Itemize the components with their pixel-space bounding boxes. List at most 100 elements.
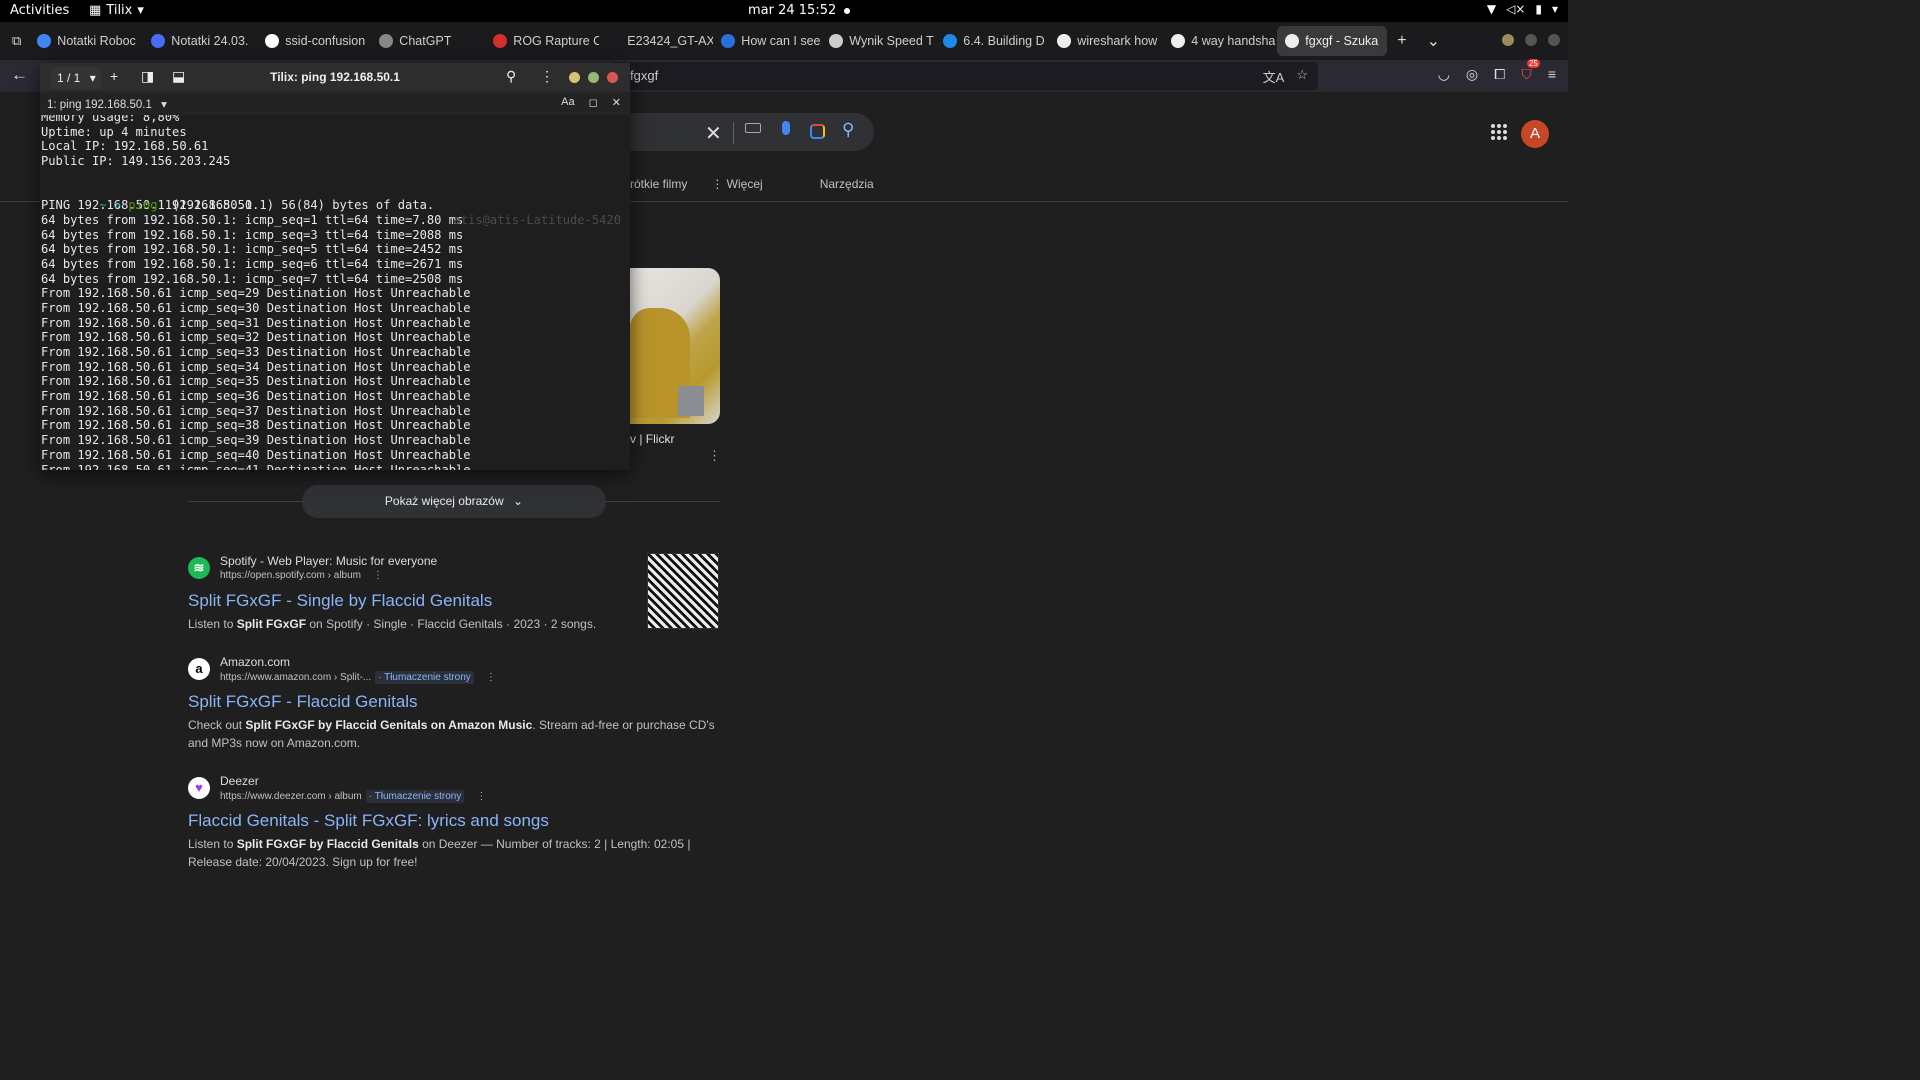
browser-tab[interactable]: 6.4. Building D: [935, 26, 1049, 56]
activities-button[interactable]: Activities: [10, 3, 69, 18]
result-site-name[interactable]: Spotify - Web Player: Music for everyone: [220, 554, 437, 568]
tab-favicon-icon: [1171, 34, 1186, 48]
terminal-line: From 192.168.50.61 icmp_seq=36 Destinati…: [41, 389, 471, 404]
tab-favicon-icon: [943, 34, 958, 48]
terminal-line: From 192.168.50.61 icmp_seq=29 Destinati…: [41, 286, 471, 301]
result-site-name[interactable]: Amazon.com: [220, 655, 290, 669]
terminal-line: 64 bytes from 192.168.50.1: icmp_seq=3 t…: [41, 227, 464, 242]
image-caption[interactable]: v | Flickr: [630, 432, 674, 446]
avatar[interactable]: A: [1521, 120, 1549, 148]
close-button[interactable]: [607, 72, 618, 83]
desktop: Activities ▦ Tilix ▾ mar 24 15:52 ▼ ◁× ▮…: [0, 0, 1568, 882]
read-only-icon[interactable]: Aa: [561, 96, 574, 109]
more-options-icon[interactable]: ⋮: [708, 448, 721, 464]
url-bar[interactable]: fgxgf 文A ☆: [610, 62, 1318, 90]
browser-tab[interactable]: Wynik Speed T: [821, 26, 935, 56]
terminal-output[interactable]: Memory usage: 8,80% Uptime: up 4 minutes L…: [40, 115, 630, 470]
more-options-icon[interactable]: ⋮: [486, 672, 496, 683]
more-options-icon[interactable]: ⋮: [373, 570, 383, 581]
tab-label: ROG Rapture C: [513, 34, 600, 48]
google-apps-icon[interactable]: [1491, 124, 1507, 140]
result-url[interactable]: https://open.spotify.com › album: [220, 570, 361, 581]
chevron-down-icon: ▾: [161, 99, 167, 111]
browser-tab[interactable]: ROG Rapture C: [485, 26, 599, 56]
tab-favicon-icon: [829, 34, 844, 48]
tab-tools[interactable]: Narzędzia: [820, 177, 874, 191]
search-icon[interactable]: ⚲: [842, 120, 854, 140]
bookmark-star-icon[interactable]: ☆: [1296, 67, 1308, 86]
terminal-pre-lines: Memory usage: 8,80% Uptime: up 4 minutes L…: [41, 115, 630, 183]
tab-overview-icon[interactable]: ⧉: [0, 33, 29, 49]
close-button[interactable]: [1548, 34, 1560, 46]
google-lens-icon[interactable]: [810, 124, 825, 139]
menu-icon[interactable]: ≡: [1548, 66, 1556, 83]
result-site-name[interactable]: Deezer: [220, 774, 259, 788]
new-tab-button[interactable]: +: [1387, 32, 1416, 50]
clear-search-icon[interactable]: ✕: [705, 121, 722, 146]
result-title[interactable]: Flaccid Genitals - Split FGxGF: lyrics a…: [188, 811, 549, 831]
close-terminal-icon[interactable]: ✕: [612, 96, 621, 109]
show-more-images-button[interactable]: Pokaż więcej obrazów ⌄: [302, 485, 606, 518]
app-menu-label: Tilix: [106, 3, 133, 18]
tilix-app-icon: ▦: [89, 3, 102, 18]
system-tray[interactable]: ▼ ◁× ▮ ▾: [1487, 2, 1558, 16]
result-url[interactable]: https://www.deezer.com › album: [220, 791, 362, 802]
list-tabs-button[interactable]: ⌄: [1417, 31, 1450, 51]
tab-short-videos[interactable]: rótkie filmy: [630, 177, 687, 191]
tilix-window-controls: [569, 72, 618, 83]
translate-page-link[interactable]: · Tłumaczenie strony: [365, 790, 465, 803]
image-result-thumbnail[interactable]: [630, 268, 720, 424]
result-title[interactable]: Split FGxGF - Single by Flaccid Genitals: [188, 591, 492, 611]
account-icon[interactable]: ◎: [1466, 66, 1478, 83]
deezer-icon: ♥: [188, 777, 210, 799]
extensions-icon[interactable]: ⧠: [1494, 66, 1505, 83]
browser-tab[interactable]: ChatGPT: [371, 26, 485, 56]
right-prompt: atis@atis-Latitude-5420: [453, 212, 621, 227]
browser-window-controls: [1502, 34, 1560, 46]
terminal-line: 64 bytes from 192.168.50.1: icmp_seq=5 t…: [41, 242, 464, 257]
terminal-line: 64 bytes from 192.168.50.1: icmp_seq=6 t…: [41, 256, 464, 271]
search-icon[interactable]: ⚲: [506, 68, 516, 85]
minimize-button[interactable]: [569, 72, 580, 83]
chevron-down-icon: ▾: [137, 3, 144, 18]
browser-tab[interactable]: wireshark how: [1049, 26, 1163, 56]
browser-tab[interactable]: E23424_GT-AXE1: [599, 26, 713, 56]
translate-page-link[interactable]: · Tłumaczenie strony: [375, 671, 474, 684]
browser-tab[interactable]: fgxgf - Szuka×: [1277, 26, 1388, 56]
notification-dot: [844, 7, 851, 14]
maximize-button[interactable]: [588, 72, 599, 83]
menu-dots-icon[interactable]: ⋮: [540, 68, 554, 85]
browser-tab[interactable]: 4 way handsha: [1163, 26, 1277, 56]
microphone-icon[interactable]: [782, 121, 790, 135]
terminal-title-bar: 1: ping 192.168.50.1 ▾ Aa ◻ ✕: [40, 93, 630, 115]
terminal-line: From 192.168.50.61 icmp_seq=38 Destinati…: [41, 418, 471, 433]
search-result: ♥ Deezer https://www.deezer.com › album …: [188, 774, 728, 869]
browser-tab[interactable]: Notatki Roboc: [29, 26, 143, 56]
pocket-icon[interactable]: ◡: [1438, 66, 1450, 83]
back-arrow-icon[interactable]: ←: [11, 65, 28, 85]
terminal-line: Local IP: 192.168.50.61: [41, 139, 209, 154]
app-menu[interactable]: ▦ Tilix ▾: [89, 3, 144, 18]
minimize-button[interactable]: [1502, 34, 1514, 46]
browser-tab[interactable]: How can I see: [713, 26, 821, 56]
maximize-terminal-icon[interactable]: ◻: [589, 96, 598, 109]
keyboard-icon[interactable]: [745, 123, 761, 133]
translate-icon[interactable]: 文A: [1263, 67, 1285, 86]
more-options-icon[interactable]: ⋮: [476, 791, 486, 802]
ping-output: PING 192.168.50.1 (192.168.50.1) 56(84) …: [41, 198, 630, 470]
result-title[interactable]: Split FGxGF - Flaccid Genitals: [188, 692, 418, 712]
tab-more[interactable]: ⋮ Więcej: [711, 177, 762, 191]
tilix-window[interactable]: 1 / 1 ▾ + ◨ ⬓ Tilix: ping 192.168.50.1 ⚲…: [40, 63, 630, 470]
browser-tab[interactable]: Notatki 24.03.: [143, 26, 257, 56]
result-url[interactable]: https://www.amazon.com › Split-...: [220, 672, 371, 683]
tab-label: fgxgf - Szuka: [1305, 34, 1379, 48]
terminal-line: From 192.168.50.61 icmp_seq=31 Destinati…: [41, 315, 471, 330]
url-text[interactable]: fgxgf: [630, 68, 658, 83]
tab-favicon-icon: [265, 34, 280, 48]
browser-tab[interactable]: ssid-confusion: [257, 26, 371, 56]
result-thumbnail[interactable]: [647, 553, 719, 629]
ublock-icon[interactable]: ⛉ 25: [1521, 59, 1540, 83]
maximize-button[interactable]: [1525, 34, 1537, 46]
clock[interactable]: mar 24 15:52: [748, 3, 851, 18]
tab-label: wireshark how: [1077, 34, 1158, 48]
